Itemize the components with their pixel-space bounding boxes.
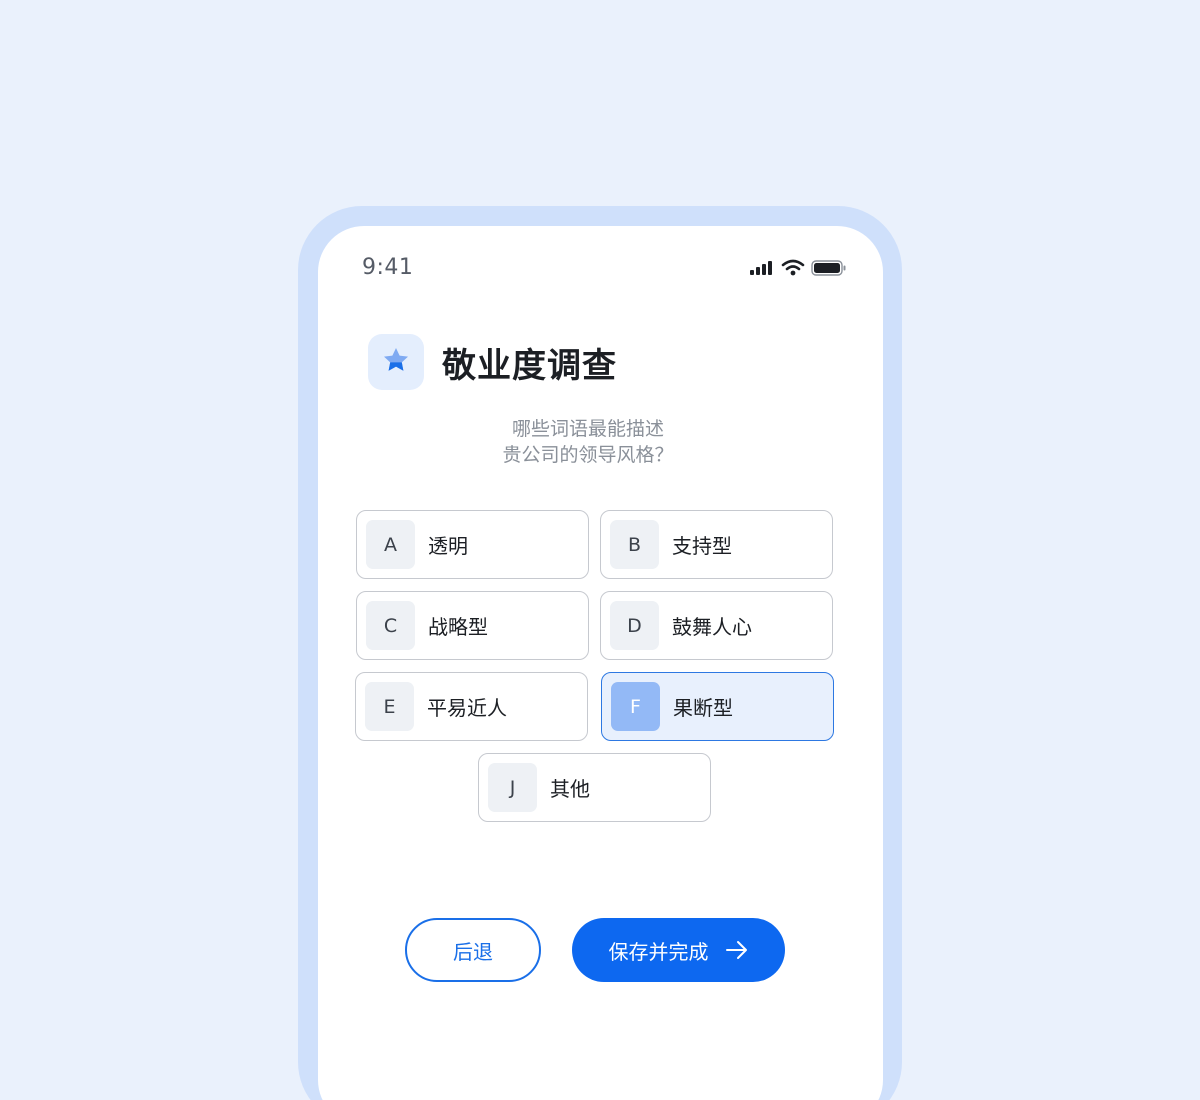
option-label: 透明	[428, 534, 468, 558]
page-background: 9:41 敬业度调查 哪些词语最能描述 贵公司的领导风格？ A 透明 B 支持型…	[0, 0, 1200, 1100]
option-d[interactable]: D 鼓舞人心	[600, 591, 833, 660]
option-j[interactable]: J 其他	[478, 753, 711, 822]
signal-icon	[749, 260, 775, 276]
wifi-icon	[781, 259, 805, 276]
battery-icon	[811, 259, 847, 276]
option-label: 战略型	[428, 615, 488, 639]
option-b[interactable]: B 支持型	[600, 510, 833, 579]
star-icon	[381, 345, 411, 379]
option-key: F	[611, 682, 660, 731]
option-a[interactable]: A 透明	[356, 510, 589, 579]
option-f[interactable]: F 果断型	[601, 672, 834, 741]
survey-header: 敬业度调查	[368, 334, 617, 390]
arrow-right-icon	[725, 940, 749, 960]
option-label: 支持型	[672, 534, 732, 558]
option-c[interactable]: C 战略型	[356, 591, 589, 660]
option-key: E	[365, 682, 414, 731]
page-title: 敬业度调查	[442, 345, 617, 386]
status-time: 9:41	[362, 255, 414, 280]
app-logo	[368, 334, 424, 390]
back-button[interactable]: 后退	[405, 918, 541, 982]
option-label: 鼓舞人心	[672, 615, 752, 639]
option-e[interactable]: E 平易近人	[355, 672, 588, 741]
option-label: 平易近人	[427, 696, 507, 720]
question-line-2: 贵公司的领导风格？	[502, 444, 674, 466]
save-and-finish-label: 保存并完成	[608, 939, 709, 964]
save-and-finish-button[interactable]: 保存并完成	[572, 918, 785, 982]
back-button-label: 后退	[453, 939, 493, 964]
option-key: D	[610, 601, 659, 650]
question-line-1: 哪些词语最能描述	[511, 418, 664, 440]
phone-screen: 9:41 敬业度调查 哪些词语最能描述 贵公司的领导风格？ A 透明 B 支持型…	[318, 226, 883, 1100]
option-label: 其他	[550, 777, 590, 801]
status-icons	[749, 259, 847, 276]
option-key: A	[366, 520, 415, 569]
option-key: J	[488, 763, 537, 812]
option-label: 果断型	[673, 696, 733, 720]
question-text: 哪些词语最能描述 贵公司的领导风格？	[318, 416, 858, 468]
option-key: B	[610, 520, 659, 569]
option-key: C	[366, 601, 415, 650]
